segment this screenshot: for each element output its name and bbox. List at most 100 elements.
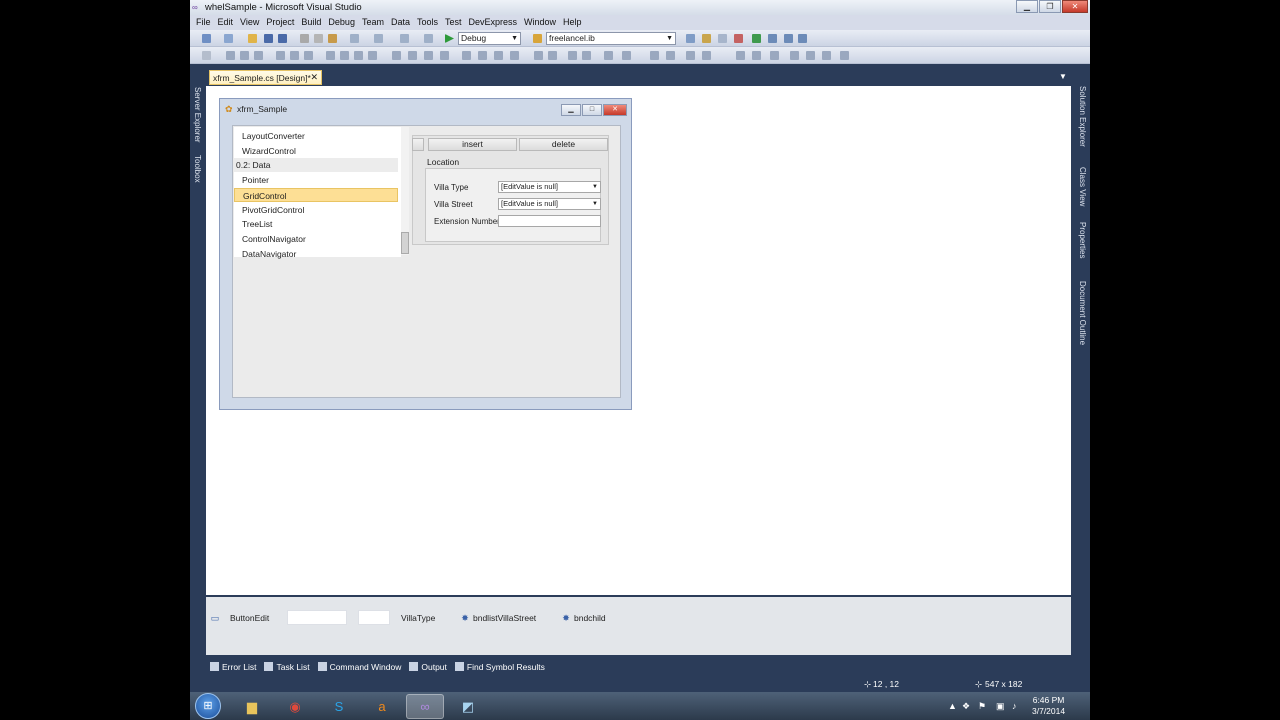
add-item-icon[interactable] bbox=[224, 34, 233, 43]
list-item[interactable]: GridControl bbox=[234, 187, 398, 202]
tab-xfrm-sample-design[interactable]: xfrm_Sample.cs [Design]* ✕ bbox=[209, 70, 322, 85]
decrease-horizontal-spacing-icon[interactable] bbox=[424, 51, 433, 60]
avast-taskbar-icon[interactable]: a bbox=[363, 694, 401, 719]
align-middles-icon[interactable] bbox=[290, 51, 299, 60]
format-icon[interactable] bbox=[770, 51, 779, 60]
menu-file[interactable]: File bbox=[196, 15, 216, 30]
make-same-height-icon[interactable] bbox=[354, 51, 363, 60]
list-item[interactable]: PivotGridControl bbox=[234, 203, 398, 217]
align-tops-icon[interactable] bbox=[276, 51, 285, 60]
dropbox-icon[interactable]: ❖ bbox=[962, 701, 970, 712]
tab-order-icon[interactable] bbox=[604, 51, 613, 60]
maximize-button[interactable]: ❐ bbox=[1039, 0, 1061, 13]
make-same-width-icon[interactable] bbox=[326, 51, 335, 60]
villa-type-combo[interactable]: [EditValue is null] ▼ bbox=[498, 181, 601, 193]
list-item[interactable]: Pointer bbox=[234, 173, 398, 187]
menu-tools[interactable]: Tools bbox=[417, 15, 443, 30]
skype-taskbar-icon[interactable]: S bbox=[320, 694, 358, 719]
save-all-icon[interactable] bbox=[278, 34, 287, 43]
start-page-icon[interactable] bbox=[768, 34, 777, 43]
flag-icon[interactable]: ⚑ bbox=[978, 701, 986, 712]
tray-button-edit[interactable]: ▭ ButtonEdit bbox=[210, 613, 270, 623]
tab-error-list[interactable]: Error List bbox=[206, 660, 260, 676]
explorer-taskbar-icon[interactable]: ▆ bbox=[233, 694, 271, 719]
new-project-icon[interactable] bbox=[202, 34, 211, 43]
format-icon[interactable] bbox=[822, 51, 831, 60]
menu-test[interactable]: Test bbox=[445, 15, 467, 30]
object-browser-icon[interactable] bbox=[718, 34, 727, 43]
save-icon[interactable] bbox=[264, 34, 273, 43]
tab-task-list[interactable]: Task List bbox=[260, 660, 313, 676]
chrome-taskbar-icon[interactable]: ◉ bbox=[276, 694, 314, 719]
format-icon[interactable] bbox=[806, 51, 815, 60]
form-xfrm-sample[interactable]: ✿ xfrm_Sample ▁ □ ✕ LayoutConverter Wizar… bbox=[219, 98, 632, 410]
list-item[interactable]: DataNavigator bbox=[234, 247, 398, 261]
remove-vertical-spacing-icon[interactable] bbox=[510, 51, 519, 60]
solution-explorer-icon[interactable] bbox=[686, 34, 695, 43]
form-close-button[interactable]: ✕ bbox=[603, 104, 627, 116]
menu-devexpress[interactable]: DevExpress bbox=[469, 15, 523, 30]
tab-output[interactable]: Output bbox=[405, 660, 451, 676]
align-centers-icon[interactable] bbox=[240, 51, 249, 60]
properties-icon[interactable] bbox=[702, 34, 711, 43]
format-icon[interactable] bbox=[840, 51, 849, 60]
tray-empty-component[interactable] bbox=[358, 610, 390, 625]
list-item[interactable]: ControlNavigator bbox=[234, 232, 398, 246]
server-explorer-tab[interactable]: Server Explorer bbox=[193, 87, 202, 143]
command-window-icon[interactable] bbox=[784, 34, 793, 43]
remove-horizontal-spacing-icon[interactable] bbox=[440, 51, 449, 60]
increase-horizontal-spacing-icon[interactable] bbox=[408, 51, 417, 60]
form-minimize-button[interactable]: ▁ bbox=[561, 104, 581, 116]
format-icon[interactable] bbox=[752, 51, 761, 60]
cut-icon[interactable] bbox=[300, 34, 309, 43]
list-item[interactable]: LayoutConverter bbox=[234, 129, 398, 143]
format-icon[interactable] bbox=[686, 51, 695, 60]
redo-icon[interactable] bbox=[374, 34, 383, 43]
copy-icon[interactable] bbox=[314, 34, 323, 43]
center-vertically-icon[interactable] bbox=[548, 51, 557, 60]
align-lefts-icon[interactable] bbox=[226, 51, 235, 60]
align-bottoms-icon[interactable] bbox=[304, 51, 313, 60]
close-button[interactable]: ✕ bbox=[1062, 0, 1088, 13]
align-to-grid-icon[interactable] bbox=[202, 51, 211, 60]
menu-project[interactable]: Project bbox=[266, 15, 299, 30]
make-same-size-icon[interactable] bbox=[368, 51, 377, 60]
find-target-dropdown[interactable]: freelancel.ib ▼ bbox=[546, 32, 676, 45]
insert-button[interactable]: insert bbox=[428, 138, 517, 151]
list-scrollbar[interactable] bbox=[401, 127, 409, 255]
bring-to-front-icon[interactable] bbox=[568, 51, 577, 60]
toolbox-icon[interactable] bbox=[734, 34, 743, 43]
center-horizontally-icon[interactable] bbox=[534, 51, 543, 60]
toolbox-tab[interactable]: Toolbox bbox=[193, 155, 202, 183]
properties-tab[interactable]: Properties bbox=[1078, 222, 1087, 258]
list-group-header[interactable]: 0.2: Data bbox=[234, 158, 398, 173]
format-icon[interactable] bbox=[650, 51, 659, 60]
tab-command-window[interactable]: Command Window bbox=[314, 660, 406, 676]
menu-debug[interactable]: Debug bbox=[328, 15, 360, 30]
tab-menu-chevron-icon[interactable]: ▼ bbox=[1059, 72, 1067, 81]
menu-data[interactable]: Data bbox=[391, 15, 415, 30]
close-tab-icon[interactable]: ✕ bbox=[310, 72, 318, 83]
toolbar-options-icon[interactable] bbox=[798, 34, 807, 43]
minimize-button[interactable]: ▁ bbox=[1016, 0, 1038, 13]
extension-number-input[interactable] bbox=[498, 215, 601, 227]
form-maximize-button[interactable]: □ bbox=[582, 104, 602, 116]
decrease-vertical-spacing-icon[interactable] bbox=[494, 51, 503, 60]
format-icon[interactable] bbox=[790, 51, 799, 60]
start-debugging-icon[interactable] bbox=[445, 34, 454, 43]
list-item[interactable]: WizardControl bbox=[234, 144, 398, 158]
paste-icon[interactable] bbox=[328, 34, 337, 43]
undo-icon[interactable] bbox=[350, 34, 359, 43]
align-rights-icon[interactable] bbox=[254, 51, 263, 60]
scrollbar-thumb[interactable] bbox=[401, 232, 409, 254]
increase-vertical-spacing-icon[interactable] bbox=[478, 51, 487, 60]
list-item[interactable]: TreeList bbox=[234, 217, 398, 231]
lock-controls-icon[interactable] bbox=[622, 51, 631, 60]
navigate-forward-icon[interactable] bbox=[424, 34, 433, 43]
format-icon[interactable] bbox=[666, 51, 675, 60]
tray-empty-component[interactable] bbox=[287, 610, 347, 625]
villa-street-combo[interactable]: [EditValue is null] ▼ bbox=[498, 198, 601, 210]
menu-help[interactable]: Help bbox=[563, 15, 587, 30]
solution-explorer-tab[interactable]: Solution Explorer bbox=[1078, 86, 1087, 147]
tray-villa-type[interactable]: VillaType bbox=[401, 613, 435, 623]
